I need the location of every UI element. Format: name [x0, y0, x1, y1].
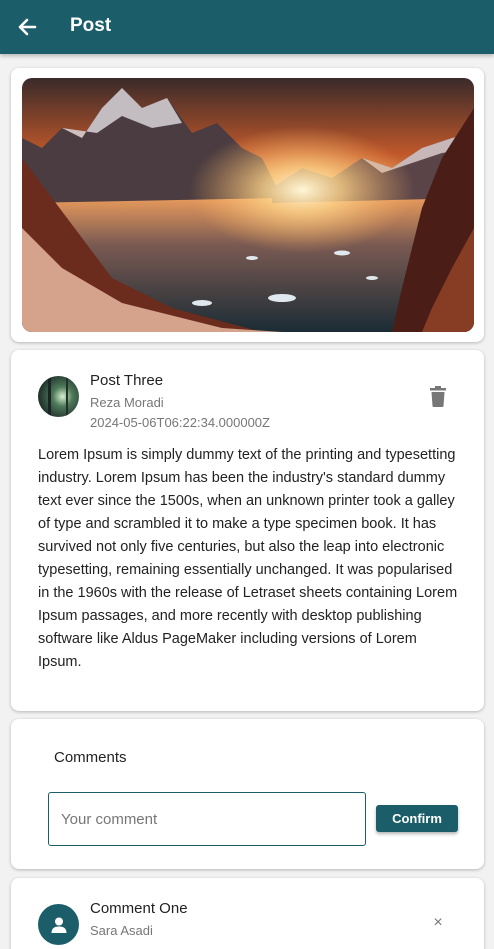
commenter-avatar: [38, 904, 79, 945]
delete-button[interactable]: [427, 385, 449, 409]
post-image: [22, 78, 474, 332]
comments-form-card: Comments Confirm: [11, 719, 484, 869]
comment-item: Comment One Sara Asadi ×: [11, 878, 484, 949]
close-icon[interactable]: ×: [430, 915, 446, 931]
trash-icon: [430, 386, 446, 407]
arrow-left-icon: [18, 18, 37, 36]
comments-heading: Comments: [54, 749, 127, 766]
post-card: Post Three Reza Moradi 2024-05-06T06:22:…: [11, 350, 484, 711]
comment-input[interactable]: [48, 792, 366, 846]
confirm-button[interactable]: Confirm: [376, 805, 458, 832]
post-date: 2024-05-06T06:22:34.000000Z: [90, 415, 270, 430]
page-title: Post: [70, 15, 112, 36]
author-avatar: [38, 376, 79, 417]
post-image-card: [11, 68, 484, 342]
person-icon: [51, 917, 66, 933]
post-body: Lorem Ipsum is simply dummy text of the …: [38, 447, 458, 670]
comment-author: Sara Asadi: [90, 923, 153, 938]
post-title: Post Three: [90, 372, 164, 389]
app-bar: Post: [0, 0, 494, 54]
back-button[interactable]: [14, 14, 40, 40]
post-author: Reza Moradi: [90, 395, 164, 410]
comment-title: Comment One: [90, 900, 188, 917]
